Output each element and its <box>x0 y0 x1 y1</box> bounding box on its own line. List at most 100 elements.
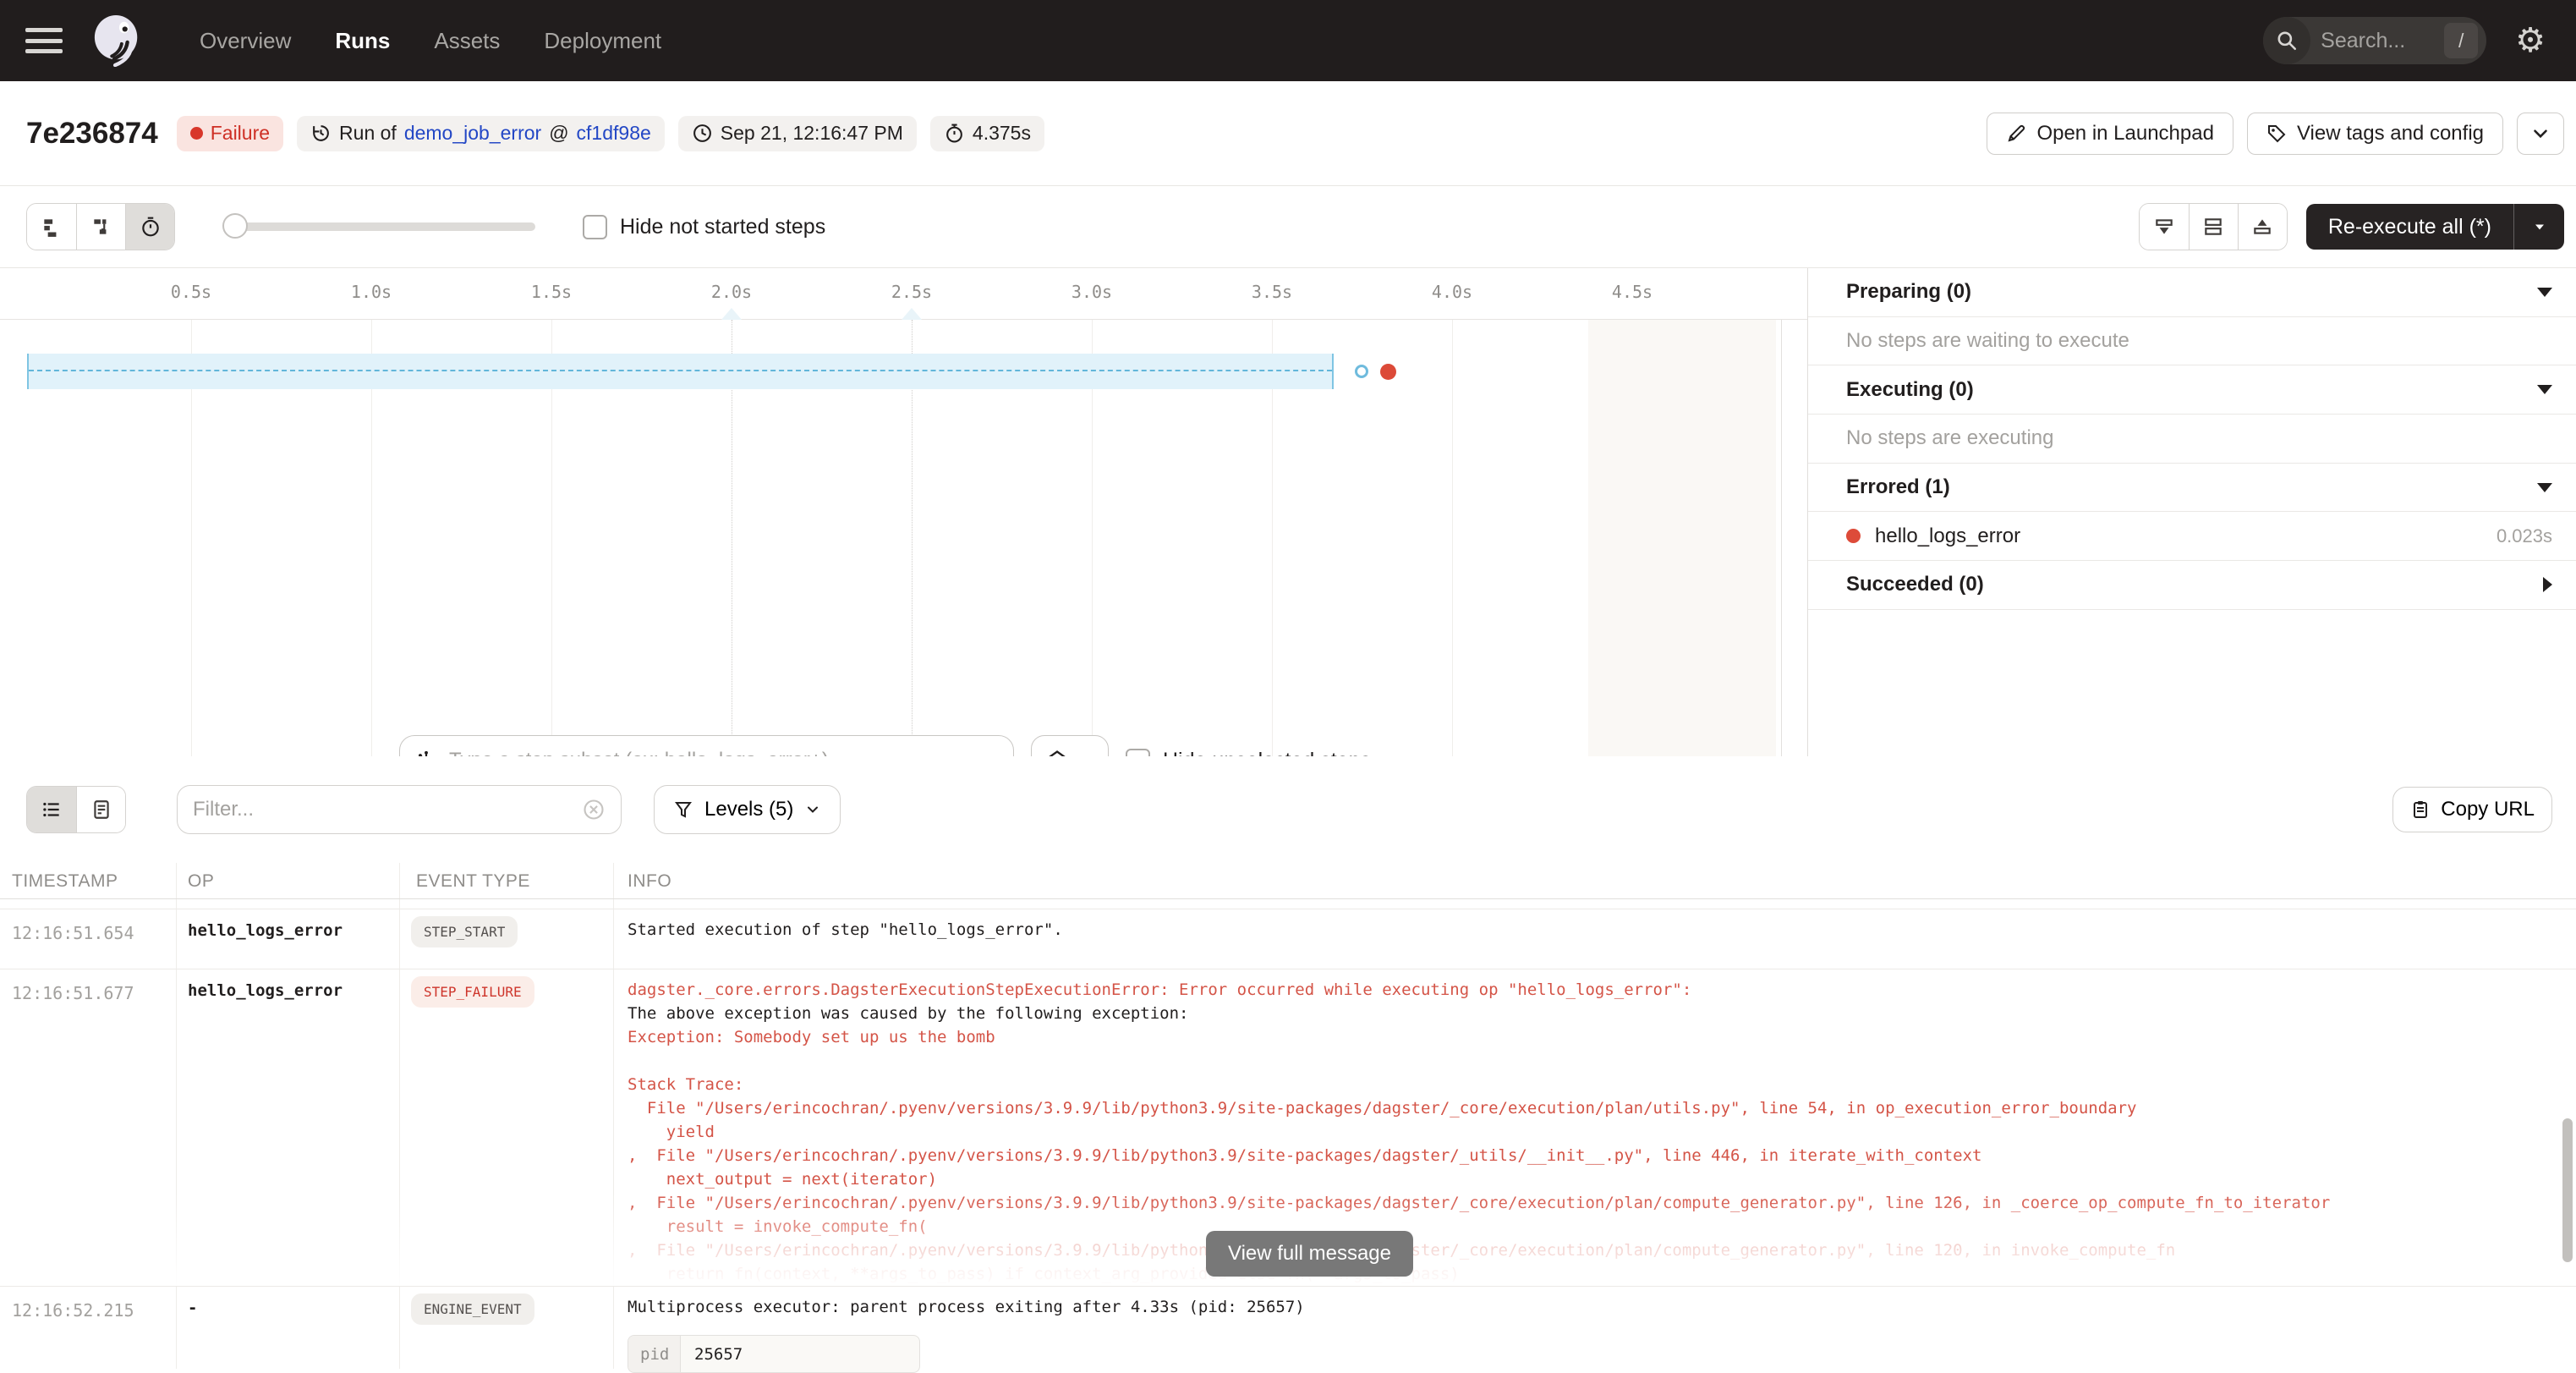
reexecute-dropdown-button[interactable] <box>2513 204 2564 250</box>
log-scrollbar-thumb[interactable] <box>2562 1118 2573 1262</box>
layers-icon <box>1045 749 1069 756</box>
clock-icon <box>692 123 713 144</box>
log-op-name: hello_logs_error <box>188 981 343 1000</box>
log-filter-input[interactable]: Filter... <box>177 785 622 834</box>
collapse-up-button[interactable] <box>2238 204 2287 250</box>
log-op-name: hello_logs_error <box>188 921 343 940</box>
structured-logs-button[interactable] <box>76 787 125 832</box>
log-row-step-start[interactable]: 12:16:51.654 hello_logs_error STEP_START… <box>0 909 2576 969</box>
view-tags-config-button[interactable]: View tags and config <box>2247 113 2503 155</box>
log-filter-placeholder: Filter... <box>193 798 582 821</box>
hide-unselected-label: Hide unselected steps <box>1163 749 1371 757</box>
log-timestamp: 12:16:52.215 <box>12 1300 134 1321</box>
split-view-button[interactable] <box>2189 204 2238 250</box>
search-placeholder: Search... <box>2321 29 2444 53</box>
slider-knob[interactable] <box>222 213 248 239</box>
log-view-mode-group <box>26 786 126 833</box>
axis-tick: 1.5s <box>531 282 572 302</box>
stack-trace-line: , File "/Users/erincochran/.pyenv/versio… <box>628 1191 2542 1215</box>
run-header: 7e236874 Failure Run of demo_job_error @… <box>0 81 2576 186</box>
gear-icon[interactable]: ⚙ <box>2515 24 2546 58</box>
clear-filter-icon[interactable] <box>582 798 606 821</box>
step-duration: 0.023s <box>2497 525 2552 547</box>
step-subset-controls: Type a step subset (ex: hello_logs_error… <box>399 735 1371 756</box>
stack-trace-line: result = invoke_compute_fn( <box>628 1215 2542 1238</box>
hide-unselected-checkbox[interactable] <box>1126 749 1150 757</box>
timing-view-button[interactable] <box>125 204 174 250</box>
gantt-step-bar[interactable] <box>27 354 1334 389</box>
log-timestamp: 12:16:51.654 <box>12 923 134 943</box>
nav-item-deployment[interactable]: Deployment <box>544 28 661 54</box>
hamburger-menu-icon[interactable] <box>25 28 63 53</box>
panel-section-succeeded[interactable]: Succeeded (0) <box>1808 561 2576 610</box>
axis-tick: 3.0s <box>1072 282 1112 302</box>
reexecute-all-button[interactable]: Re-execute all (*) <box>2306 204 2513 250</box>
event-type-badge: STEP_START <box>411 916 518 947</box>
run-actions-dropdown-button[interactable] <box>2517 113 2564 155</box>
flat-view-button[interactable] <box>27 204 76 250</box>
search-icon <box>2263 17 2310 64</box>
gantt-zoom-slider[interactable] <box>224 222 535 231</box>
graph-query-toggle-button[interactable] <box>1031 735 1109 756</box>
copy-url-button[interactable]: Copy URL <box>2392 787 2552 832</box>
chevron-down-icon <box>2537 385 2552 394</box>
clipboard-icon <box>2410 799 2431 820</box>
log-row-engine-event[interactable]: 12:16:52.215 - ENGINE_EVENT Multiprocess… <box>0 1287 2576 1369</box>
unstructured-logs-button[interactable] <box>27 787 76 832</box>
history-icon <box>310 123 332 144</box>
log-toolbar: Filter... Levels (5) Copy URL <box>0 756 2576 863</box>
chevron-down-icon <box>2529 123 2551 145</box>
collapse-down-button[interactable] <box>2140 204 2189 250</box>
errored-step-row[interactable]: hello_logs_error 0.023s <box>1808 512 2576 561</box>
stack-trace-line: yield <box>628 1120 2542 1144</box>
panel-section-errored[interactable]: Errored (1) <box>1808 464 2576 513</box>
step-subset-input[interactable]: Type a step subset (ex: hello_logs_error… <box>399 735 1014 756</box>
waterfall-view-button[interactable] <box>76 204 125 250</box>
nav-item-overview[interactable]: Overview <box>200 28 291 54</box>
metadata-key: pid <box>628 1336 681 1372</box>
hide-not-started-checkbox[interactable] <box>583 215 607 239</box>
duration-tag: 4.375s <box>930 116 1044 151</box>
nav-item-assets[interactable]: Assets <box>434 28 500 54</box>
event-type-badge: STEP_FAILURE <box>411 976 534 1008</box>
log-row-step-failure[interactable]: 12:16:51.677 hello_logs_error STEP_FAILU… <box>0 969 2576 1287</box>
status-badge: Failure <box>177 116 283 151</box>
gantt-chart: 0.5s 1.0s 1.5s 2.0s 2.5s 3.0s 3.5s 4.0s … <box>0 268 1807 756</box>
snapshot-id-link[interactable]: cf1df98e <box>577 122 651 145</box>
panel-section-executing[interactable]: Executing (0) <box>1808 365 2576 415</box>
axis-tick: 3.5s <box>1252 282 1292 302</box>
search-input[interactable]: Search... / <box>2263 17 2486 64</box>
dagster-logo-icon[interactable] <box>91 14 144 67</box>
axis-marker <box>902 308 922 320</box>
error-line <box>628 1049 2542 1073</box>
event-metadata-table: pid 25657 <box>628 1335 920 1373</box>
axis-tick: 4.0s <box>1432 282 1472 302</box>
job-name-link[interactable]: demo_job_error <box>404 122 541 145</box>
step-failure-marker-icon[interactable] <box>1380 364 1396 380</box>
step-end-marker-icon[interactable] <box>1355 365 1368 378</box>
stack-trace-line: , File "/Users/erincochran/.pyenv/versio… <box>628 1144 2542 1167</box>
start-time-tag: Sep 21, 12:16:47 PM <box>678 116 917 151</box>
panel-section-preparing[interactable]: Preparing (0) <box>1808 268 2576 317</box>
axis-tick: 4.5s <box>1612 282 1652 302</box>
view-full-message-button[interactable]: View full message <box>1206 1231 1413 1277</box>
stack-trace-line: , File "/Users/erincochran/.pyenv/versio… <box>628 1238 2542 1262</box>
col-timestamp: TIMESTAMP <box>12 871 118 892</box>
axis-tick: 1.0s <box>351 282 392 302</box>
error-line: Exception: Somebody set up us the bomb <box>628 1025 2542 1049</box>
run-end-region <box>1588 320 1776 756</box>
error-line: Stack Trace: <box>628 1073 2542 1096</box>
event-type-badge: ENGINE_EVENT <box>411 1293 534 1325</box>
run-of-tag: Run of demo_job_error @ cf1df98e <box>297 116 665 151</box>
main-nav: Overview Runs Assets Deployment <box>200 28 661 54</box>
error-dot-icon <box>1846 529 1861 543</box>
open-in-launchpad-button[interactable]: Open in Launchpad <box>1987 113 2233 155</box>
failure-dot-icon <box>190 127 203 140</box>
col-event-type: EVENT TYPE <box>416 871 530 892</box>
levels-dropdown-button[interactable]: Levels (5) <box>654 785 841 834</box>
axis-tick: 2.5s <box>891 282 932 302</box>
chevron-down-icon <box>2537 288 2552 297</box>
nav-item-runs[interactable]: Runs <box>335 28 390 54</box>
panel-empty-executing: No steps are executing <box>1808 415 2576 464</box>
stopwatch-icon <box>944 123 965 144</box>
